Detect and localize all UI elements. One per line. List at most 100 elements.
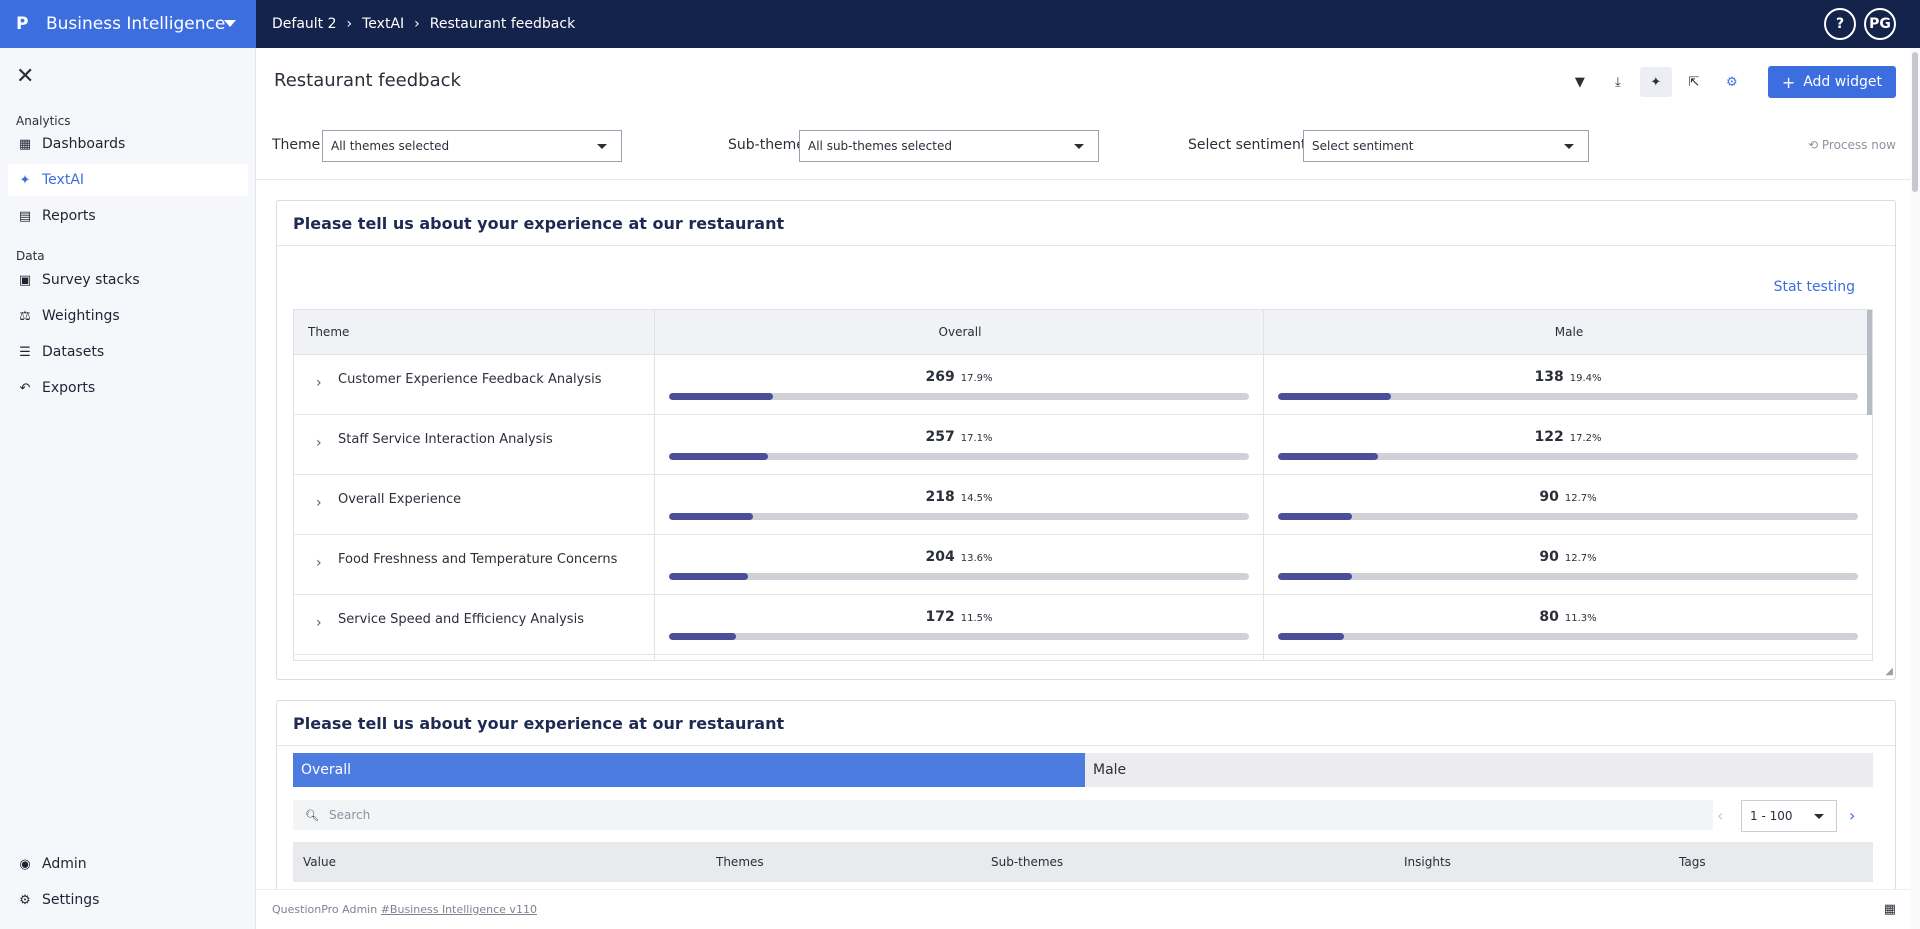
sidebar-item-label: Settings — [42, 892, 100, 908]
table-scrollbar[interactable] — [1867, 310, 1872, 415]
help-button[interactable]: ? — [1824, 8, 1856, 40]
search-placeholder: Search — [328, 808, 371, 822]
tab-overall[interactable]: Overall — [293, 753, 1085, 787]
sidebar-item-datasets[interactable]: ☰ Datasets — [8, 336, 248, 368]
column-header-insights[interactable]: Insights — [1404, 855, 1451, 869]
overall-count: 269 — [925, 369, 955, 385]
chevron-down-icon — [1814, 814, 1824, 819]
version-link[interactable]: #Business Intelligence v110 — [381, 903, 537, 916]
search-icon: 🔍︎ — [305, 808, 319, 822]
overall-percent: 17.9% — [960, 373, 993, 384]
chevron-right-icon[interactable]: › — [316, 435, 322, 451]
overall-cell: 218 14.5% — [655, 475, 1263, 535]
male-progress-bar — [1278, 633, 1858, 640]
column-header-subthemes[interactable]: Sub-themes — [991, 855, 1063, 869]
breadcrumb-item[interactable]: Default 2 — [272, 16, 337, 32]
scrollbar-thumb[interactable] — [1912, 52, 1918, 192]
product-switcher[interactable]: P Business Intelligence — [0, 0, 256, 48]
table-row[interactable]: › Food Freshness and Temperature Concerns… — [294, 535, 1872, 595]
chevron-right-icon[interactable]: › — [316, 615, 322, 631]
overall-progress-fill — [669, 513, 753, 520]
male-percent: 19.4% — [1569, 373, 1602, 384]
male-count: 138 — [1534, 369, 1564, 385]
male-percent: 12.7% — [1564, 553, 1597, 564]
sidebar-item-label: Admin — [42, 856, 87, 872]
share-icon[interactable]: ⇱ — [1678, 67, 1710, 97]
male-values: 138 19.4% — [1264, 369, 1872, 385]
user-avatar[interactable]: PG — [1864, 8, 1896, 40]
theme-name: Food Freshness and Temperature Concerns — [338, 552, 618, 567]
column-header-theme[interactable]: Theme — [308, 325, 349, 339]
main-content: Restaurant feedback ▼ ⤓ ✦ ⇱ ⚙ + Add widg… — [256, 48, 1920, 929]
sentiment-select[interactable]: Select sentiment — [1303, 130, 1589, 162]
table-row[interactable]: › Overall Experience 218 14.5% 90 12.7% — [294, 475, 1872, 535]
chevron-right-icon[interactable]: › — [316, 495, 322, 511]
column-header-male[interactable]: Male — [1264, 325, 1872, 339]
sidebar-item-weightings[interactable]: ⚖ Weightings — [8, 300, 248, 332]
process-now-label: Process now — [1821, 138, 1896, 152]
process-now-button[interactable]: ⟲ Process now — [1808, 138, 1896, 152]
widget-title: Please tell us about your experience at … — [293, 714, 785, 733]
sidebar-section-data: Data — [16, 249, 45, 263]
gear-icon[interactable]: ⚙ — [1716, 67, 1748, 97]
add-widget-label: Add widget — [1803, 74, 1882, 90]
calculator-icon[interactable]: ▦ — [1884, 902, 1896, 917]
table-row[interactable]: › Staff Service Interaction Analysis 257 17… — [294, 415, 1872, 475]
chevron-right-icon[interactable]: › — [316, 555, 322, 571]
add-widget-button[interactable]: + Add widget — [1767, 66, 1896, 98]
male-progress-bar — [1278, 393, 1858, 400]
sidebar-item-survey-stacks[interactable]: ▣ Survey stacks — [8, 264, 248, 296]
chevron-left-icon[interactable]: ‹ — [1717, 806, 1723, 825]
male-cell: 122 17.2% — [1264, 415, 1872, 475]
download-icon[interactable]: ⤓ — [1602, 67, 1634, 97]
overall-progress-fill — [669, 453, 768, 460]
sidebar-item-textai[interactable]: ✦ TextAI — [8, 164, 248, 196]
column-header-themes[interactable]: Themes — [716, 855, 764, 869]
male-values: 90 12.7% — [1264, 549, 1872, 565]
male-progress-fill — [1278, 633, 1344, 640]
male-values: 90 12.7% — [1264, 489, 1872, 505]
search-input[interactable]: 🔍︎ Search — [293, 800, 1713, 830]
overall-progress-fill — [669, 573, 748, 580]
tab-male[interactable]: Male — [1085, 753, 1873, 787]
sidebar-item-label: Reports — [42, 208, 96, 224]
theme-select[interactable]: All themes selected — [322, 130, 622, 162]
resize-handle-icon[interactable]: ◢ — [1885, 666, 1893, 677]
filter-icon[interactable]: ▼ — [1564, 67, 1596, 97]
sidebar-item-dashboards[interactable]: ▦ Dashboards — [8, 128, 248, 160]
chevron-right-icon[interactable]: › — [1849, 806, 1855, 825]
sidebar-item-label: TextAI — [42, 172, 85, 188]
sparkle-icon[interactable]: ✦ — [1639, 67, 1672, 97]
footer-text: QuestionPro Admin #Business Intelligence… — [272, 903, 537, 916]
subtheme-select[interactable]: All sub-themes selected — [799, 130, 1099, 162]
sidebar-item-exports[interactable]: ↶ Exports — [8, 372, 248, 404]
overall-progress-bar — [669, 633, 1249, 640]
male-count: 90 — [1539, 489, 1559, 505]
column-header-overall[interactable]: Overall — [655, 325, 1265, 339]
overall-values: 204 13.6% — [655, 549, 1263, 565]
overall-percent: 11.5% — [960, 613, 993, 624]
column-header-tags[interactable]: Tags — [1679, 855, 1706, 869]
chevron-right-icon[interactable]: › — [316, 375, 322, 391]
overall-progress-fill — [669, 633, 736, 640]
theme-select-value: All themes selected — [331, 139, 450, 153]
page-scrollbar[interactable] — [1910, 48, 1920, 929]
sidebar-item-reports[interactable]: ▤ Reports — [8, 200, 248, 232]
close-icon[interactable]: ✕ — [16, 64, 34, 89]
table-row[interactable]: › Customer Experience Feedback Analysis 26… — [294, 355, 1872, 415]
overall-percent: 17.1% — [960, 433, 993, 444]
column-header-value[interactable]: Value — [303, 855, 336, 869]
sidebar-item-settings[interactable]: ⚙ Settings — [8, 884, 248, 916]
breadcrumb-item[interactable]: TextAI — [362, 16, 404, 32]
sidebar-item-admin[interactable]: ◉ Admin — [8, 848, 248, 880]
stat-testing-link[interactable]: Stat testing — [1774, 279, 1855, 295]
table-row[interactable]: › Service Speed and Efficiency Analysis 17… — [294, 595, 1872, 655]
sidebar-item-label: Datasets — [42, 344, 105, 360]
plus-icon: + — [1781, 72, 1796, 92]
page-range-select[interactable]: 1 - 100 — [1741, 800, 1837, 832]
page-range-value: 1 - 100 — [1750, 809, 1793, 823]
male-cell: 138 19.4% — [1264, 355, 1872, 415]
chevron-down-icon — [597, 144, 607, 149]
overall-progress-fill — [669, 393, 773, 400]
subtheme-filter-label: Sub-theme — [728, 137, 805, 153]
